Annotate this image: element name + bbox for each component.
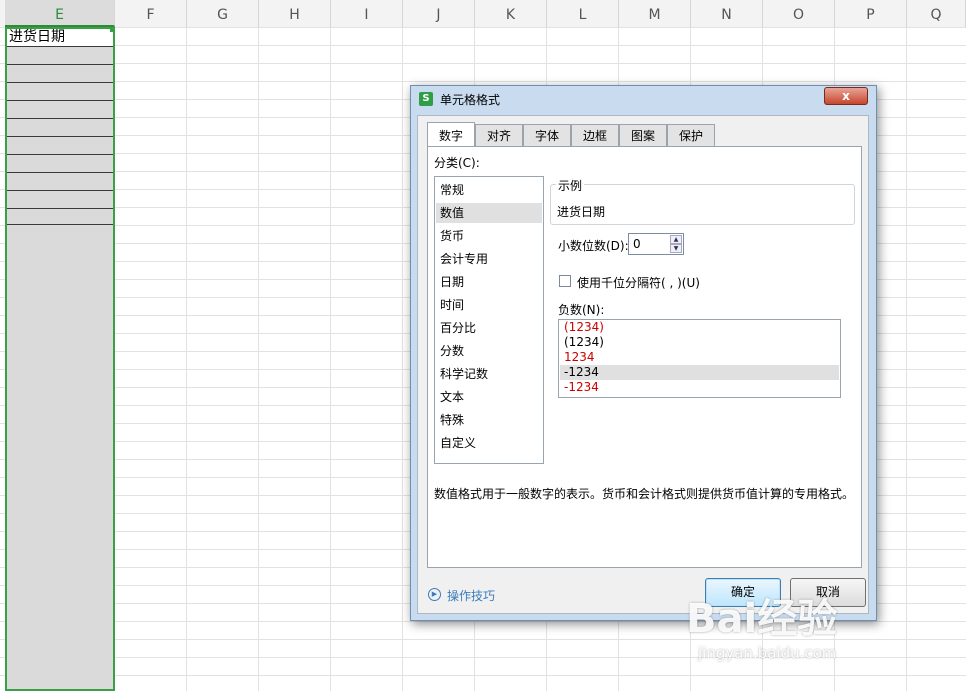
cell-border (7, 224, 113, 225)
category-item-custom[interactable]: 自定义 (436, 433, 542, 453)
cell-border (7, 172, 113, 173)
spin-down-icon[interactable]: ▼ (670, 244, 682, 253)
category-item-number[interactable]: 数值 (436, 203, 542, 223)
tab-border[interactable]: 边框 (571, 124, 619, 146)
column-header-g[interactable]: G (187, 0, 259, 27)
dialog-title: 单元格格式 (440, 93, 501, 107)
column-header-p[interactable]: P (835, 0, 907, 27)
cell-e1[interactable]: 进货日期 (7, 29, 113, 46)
category-item-special[interactable]: 特殊 (436, 410, 542, 430)
grid-vline (258, 27, 259, 691)
column-header-e[interactable]: E (5, 0, 115, 27)
thousands-separator-checkbox[interactable] (559, 275, 571, 287)
selected-column-e[interactable]: 进货日期 (5, 27, 115, 691)
grid-vline (186, 27, 187, 691)
cell-border (7, 136, 113, 137)
negative-numbers-label: 负数(N): (558, 303, 605, 317)
cell-border (7, 118, 113, 119)
format-cells-dialog: S 单元格格式 x 数字 对齐 字体 边框 图案 保护 分类(C): 常规 数值… (410, 85, 877, 621)
column-header-l[interactable]: L (547, 0, 619, 27)
wps-app-icon: S (419, 92, 433, 106)
close-button[interactable]: x (824, 87, 868, 105)
grid-vline (330, 27, 331, 691)
cell-border (7, 82, 113, 83)
sample-value: 进货日期 (557, 205, 606, 219)
spin-up-icon[interactable]: ▲ (670, 235, 682, 244)
decimal-places-label: 小数位数(D): (558, 239, 629, 253)
decimal-places-stepper[interactable]: 0 ▲ ▼ (628, 233, 684, 255)
negative-option-selected[interactable]: -1234 (560, 365, 839, 380)
dialog-body: 数字 对齐 字体 边框 图案 保护 分类(C): 常规 数值 货币 会计专用 日… (417, 115, 869, 614)
tab-number[interactable]: 数字 (427, 122, 475, 146)
cell-border (7, 208, 113, 209)
decimal-places-value[interactable]: 0 (633, 237, 641, 251)
baidu-jingyan-watermark: Bai经验 jingyan.baidu.com (678, 586, 948, 676)
column-header-h[interactable]: H (259, 0, 331, 27)
column-header-j[interactable]: J (403, 0, 475, 27)
cell-border (7, 64, 113, 65)
thousands-separator-label[interactable]: 使用千位分隔符( , )(U) (577, 274, 700, 291)
negative-option[interactable]: (1234) (560, 320, 839, 335)
negative-option[interactable]: (1234) (560, 335, 839, 350)
category-item-fraction[interactable]: 分数 (436, 341, 542, 361)
negative-numbers-list[interactable]: (1234) (1234) 1234 -1234 -1234 (558, 319, 841, 398)
fill-handle[interactable] (110, 27, 115, 32)
tab-font[interactable]: 字体 (523, 124, 571, 146)
tab-pattern[interactable]: 图案 (619, 124, 667, 146)
category-item-text[interactable]: 文本 (436, 387, 542, 407)
play-circle-icon: ▶ (428, 588, 441, 601)
watermark-logo: Bai经验 (686, 596, 838, 642)
negative-option[interactable]: 1234 (560, 350, 839, 365)
column-header-m[interactable]: M (619, 0, 691, 27)
column-header-row: E F G H I J K L M N O P Q (0, 0, 966, 28)
category-item-accounting[interactable]: 会计专用 (436, 249, 542, 269)
tab-alignment[interactable]: 对齐 (475, 124, 523, 146)
column-header-n[interactable]: N (691, 0, 763, 27)
category-item-currency[interactable]: 货币 (436, 226, 542, 246)
column-header-o[interactable]: O (763, 0, 835, 27)
watermark-url: jingyan.baidu.com (698, 644, 837, 662)
dialog-titlebar[interactable]: S 单元格格式 x (411, 86, 876, 112)
negative-option[interactable]: -1234 (560, 380, 839, 395)
cell-border (7, 190, 113, 191)
format-description: 数值格式用于一般数字的表示。货币和会计格式则提供货币值计算的专用格式。 (434, 487, 855, 501)
number-tab-panel: 分类(C): 常规 数值 货币 会计专用 日期 时间 百分比 分数 科学记数 文… (427, 146, 862, 568)
category-item-percentage[interactable]: 百分比 (436, 318, 542, 338)
cell-border (7, 100, 113, 101)
tips-label[interactable]: 操作技巧 (447, 587, 495, 604)
cell-border (7, 154, 113, 155)
category-item-scientific[interactable]: 科学记数 (436, 364, 542, 384)
sample-title: 示例 (556, 177, 585, 194)
cell-border (7, 46, 113, 47)
category-item-general[interactable]: 常规 (436, 180, 542, 200)
tab-protection[interactable]: 保护 (667, 124, 715, 146)
grid-vline (402, 27, 403, 691)
category-item-date[interactable]: 日期 (436, 272, 542, 292)
category-label: 分类(C): (434, 156, 480, 170)
category-item-time[interactable]: 时间 (436, 295, 542, 315)
column-header-q[interactable]: Q (907, 0, 966, 27)
column-header-k[interactable]: K (475, 0, 547, 27)
category-list[interactable]: 常规 数值 货币 会计专用 日期 时间 百分比 分数 科学记数 文本 特殊 自定… (434, 176, 544, 464)
column-header-f[interactable]: F (115, 0, 187, 27)
column-header-i[interactable]: I (331, 0, 403, 27)
